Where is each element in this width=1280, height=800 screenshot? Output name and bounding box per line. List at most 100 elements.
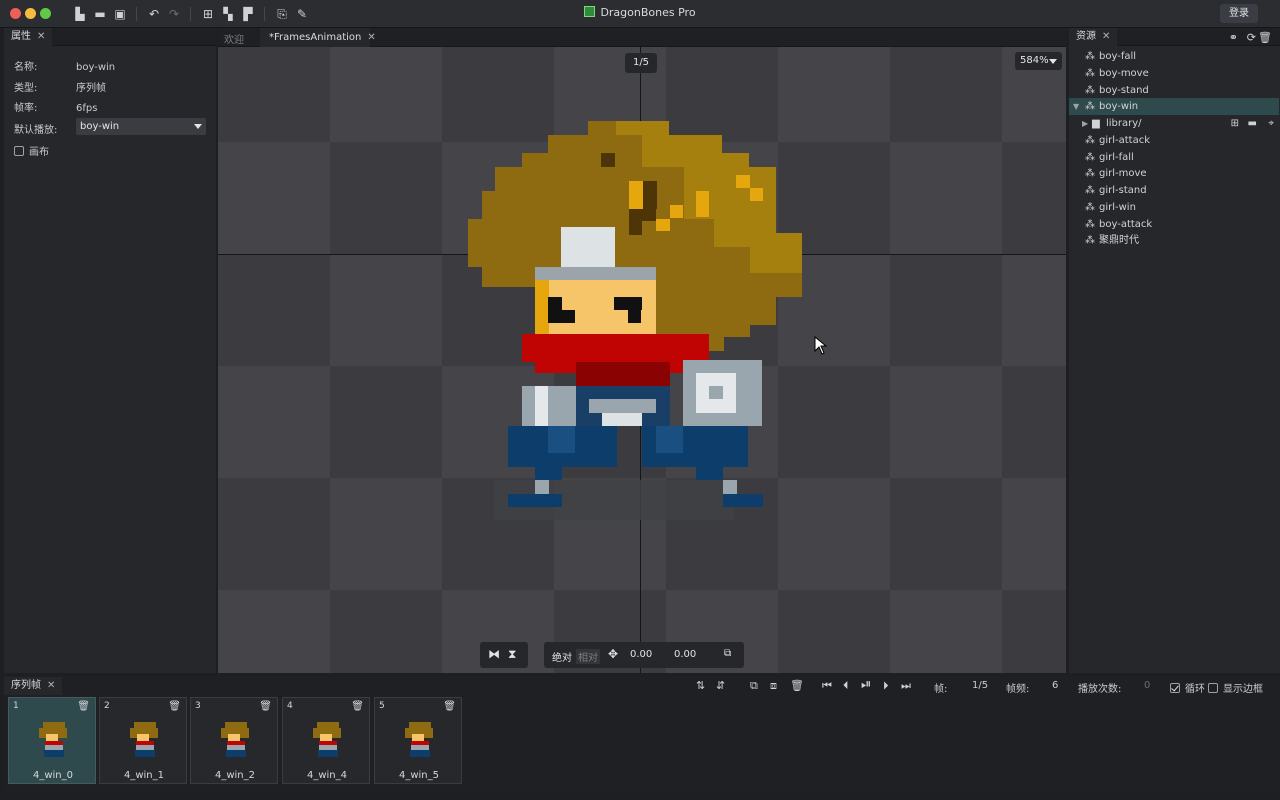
delete-icon[interactable]: 🗑 (1258, 31, 1272, 44)
show-border-checkbox-row[interactable]: 显示边框 (1208, 680, 1263, 695)
flip-vertical-icon[interactable]: ⧗ (508, 647, 516, 662)
animation-icon: ⁂ (1085, 168, 1095, 179)
animation-icon: ⁂ (1085, 135, 1095, 146)
frame-thumbnail[interactable]: 2 🗑 4_win_1 (99, 697, 187, 784)
tab-frames-animation[interactable]: *FramesAnimation ✕ (260, 28, 376, 47)
animation-icon: ⁂ (1085, 219, 1095, 230)
minimize-window-button[interactable] (25, 8, 36, 19)
close-tab-icon[interactable]: ✕ (367, 32, 375, 43)
resource-item[interactable]: ⁂ girl-fall (1069, 149, 1279, 166)
frame-label: 帧: (934, 684, 948, 695)
resource-item-selected[interactable]: ▼ ⁂ boy-win (1069, 98, 1279, 115)
refresh-icon[interactable]: ⟳ (1247, 31, 1256, 44)
undo-icon[interactable]: ↶ (146, 6, 162, 22)
frame-preview-image (313, 722, 341, 757)
frame-preview-image (130, 722, 158, 757)
zoom-select[interactable]: 584% (1015, 52, 1062, 70)
loop-checkbox-row[interactable]: 循环 (1170, 680, 1205, 695)
align-icon[interactable]: ⧉ (724, 648, 731, 659)
redo-icon[interactable]: ↷ (166, 6, 182, 22)
play-icon[interactable]: ⏯ (861, 678, 871, 691)
resource-item[interactable]: ⁂ girl-attack (1069, 132, 1279, 149)
frame-thumbnail[interactable]: 4 🗑 4_win_4 (282, 697, 370, 784)
delete-frame-icon[interactable]: 🗑 (168, 701, 181, 712)
title-bar: ▙ ▬ ▣ ↶ ↷ ⊞ ▚ ▛ ⎘ ✎ DragonBones Pro 登录 (0, 0, 1280, 28)
resource-item[interactable]: ⁂ girl-stand (1069, 182, 1279, 199)
canvas-checkbox-row[interactable]: 画布 (14, 143, 49, 158)
properties-panel: 属性 ✕ 名称: boy-win 类型: 序列帧 帧率: 6fps 默认播放: boy-… (4, 28, 216, 673)
character-sprite[interactable] (454, 107, 814, 527)
resource-item[interactable]: ⁂ boy-attack (1069, 216, 1279, 233)
close-tab-icon[interactable]: ✕ (47, 680, 55, 691)
flip-horizontal-icon[interactable]: ⧓ (488, 647, 500, 661)
toolbar-divider (264, 7, 265, 21)
frame-thumbnail[interactable]: 5 🗑 4_win_5 (374, 697, 462, 784)
copy-frame-icon[interactable]: ⧈ (770, 680, 777, 692)
maximize-window-button[interactable] (40, 8, 51, 19)
delete-frame-icon[interactable]: 🗑 (443, 701, 456, 712)
resource-item[interactable]: ⁂ 聚鼎时代 (1069, 232, 1279, 249)
import-image-icon[interactable]: ⊞ (1231, 115, 1239, 132)
tab-welcome[interactable]: 欢迎 (224, 31, 244, 46)
animation-icon: ⁂ (1085, 68, 1095, 79)
duplicate-frame-icon[interactable]: ⧉ (750, 680, 758, 692)
previous-frame-icon[interactable]: ⏴ (843, 680, 849, 692)
close-window-button[interactable] (10, 8, 21, 19)
x-input[interactable]: 0.00 (630, 649, 652, 660)
frame-rate-label: 帧频: (1006, 684, 1030, 695)
edit-icon[interactable]: ✎ (294, 6, 310, 22)
frame-thumbnail[interactable]: 1 🗑 4_win_0 (8, 697, 96, 784)
y-input[interactable]: 0.00 (674, 649, 696, 660)
collapse-arrow-icon[interactable]: ▶ (1082, 115, 1088, 132)
default-play-select[interactable]: boy-win (76, 118, 206, 135)
properties-tab[interactable]: 属性 ✕ (4, 28, 53, 46)
add-resource-icon[interactable]: ⚭ (1229, 31, 1238, 44)
frame-thumbnail[interactable]: 3 🗑 4_win_2 (190, 697, 278, 784)
resource-item[interactable]: ⁂ girl-win (1069, 199, 1279, 216)
resource-folder-item[interactable]: ▶ ▆ library/ ⊞ ▬ ⌖ (1069, 115, 1279, 132)
resources-tab[interactable]: 资源 ✕ (1069, 28, 1118, 46)
expand-arrow-icon[interactable]: ▼ (1073, 98, 1079, 115)
editor-tabbar: 欢迎 *FramesAnimation ✕ (218, 28, 1066, 47)
resources-panel: 资源 ✕ ⚭ ⟳ 🗑 ⁂ boy-fall ⁂ boy-move ⁂ boy-stand… (1069, 28, 1280, 673)
close-tab-icon[interactable]: ✕ (1102, 31, 1110, 42)
new-project-icon[interactable]: ▙ (72, 6, 88, 22)
login-button[interactable]: 登录 (1220, 4, 1258, 23)
relative-toggle[interactable]: 相对 (576, 649, 600, 664)
show-border-checkbox[interactable] (1208, 683, 1218, 693)
frames-tab[interactable]: 序列帧 ✕ (4, 677, 63, 695)
next-frame-icon[interactable]: ⏵ (883, 680, 889, 692)
sort-descending-icon[interactable]: ⇵ (716, 680, 725, 692)
frame-rate-input[interactable]: 6 (1052, 680, 1058, 691)
animation-canvas[interactable]: 1/5 584% ⧓ ⧗ 绝对 相对 ✥ 0.00 0.00 ⧉ (218, 47, 1066, 673)
close-tab-icon[interactable]: ✕ (37, 31, 45, 42)
move-icon: ✥ (608, 647, 619, 661)
absolute-toggle[interactable]: 绝对 (552, 649, 572, 664)
open-folder-icon[interactable]: ▬ (92, 6, 108, 22)
delete-frame-icon[interactable]: 🗑 (790, 680, 804, 692)
import-icon[interactable]: ⊞ (200, 6, 216, 22)
delete-frame-icon[interactable]: 🗑 (77, 701, 90, 712)
last-frame-icon[interactable]: ⏭ (901, 680, 911, 692)
canvas-checkbox[interactable] (14, 146, 24, 156)
toolbar-divider (190, 7, 191, 21)
frame-preview-image (405, 722, 433, 757)
resource-item[interactable]: ⁂ boy-stand (1069, 82, 1279, 99)
library-icon[interactable]: ▛ (240, 6, 256, 22)
loop-checkbox[interactable] (1170, 683, 1180, 693)
resource-item[interactable]: ⁂ boy-move (1069, 65, 1279, 82)
first-frame-icon[interactable]: ⏮ (822, 680, 832, 692)
import-folder-icon[interactable]: ▚ (220, 6, 236, 22)
delete-frame-icon[interactable]: 🗑 (351, 701, 364, 712)
animation-icon: ⁂ (1085, 101, 1095, 112)
locate-icon[interactable]: ⌖ (1268, 115, 1274, 132)
export-icon[interactable]: ⎘ (274, 6, 290, 22)
delete-frame-icon[interactable]: 🗑 (259, 701, 272, 712)
open-folder-icon[interactable]: ▬ (1248, 115, 1257, 132)
sort-ascending-icon[interactable]: ⇅ (696, 680, 705, 692)
resource-item[interactable]: ⁂ boy-fall (1069, 48, 1279, 65)
resource-item[interactable]: ⁂ girl-move (1069, 165, 1279, 182)
save-icon[interactable]: ▣ (112, 6, 128, 22)
play-count-input[interactable]: 0 (1144, 680, 1150, 691)
animation-icon: ⁂ (1085, 85, 1095, 96)
